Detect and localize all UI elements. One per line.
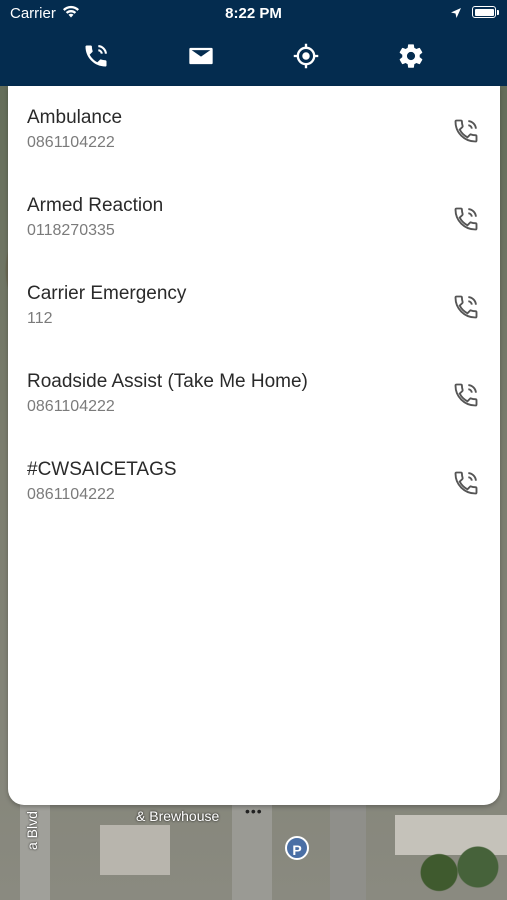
phone-call-icon[interactable] xyxy=(452,293,480,321)
phone-call-icon[interactable] xyxy=(452,205,480,233)
phone-call-icon[interactable] xyxy=(452,469,480,497)
contact-number: 112 xyxy=(27,310,53,327)
nav-mail-button[interactable] xyxy=(181,36,221,76)
phone-call-icon[interactable] xyxy=(452,117,480,145)
gear-icon xyxy=(399,44,423,68)
contact-row[interactable]: Carrier Emergency 112 xyxy=(8,262,500,350)
parking-marker[interactable]: P xyxy=(285,836,309,860)
emergency-contacts-card: Ambulance 0861104222 Armed Reaction 0118… xyxy=(8,86,500,805)
map-street-label: a Blvd xyxy=(24,811,40,850)
app-header: Carrier 8:22 PM xyxy=(0,0,507,86)
top-nav xyxy=(0,36,507,76)
contact-name: Carrier Emergency xyxy=(27,283,187,304)
contact-row[interactable]: Armed Reaction 0118270335 xyxy=(8,174,500,262)
map-building xyxy=(100,825,170,875)
contact-number: 0861104222 xyxy=(27,398,115,415)
contact-row[interactable]: #CWSAICETAGS 0861104222 xyxy=(8,438,500,526)
battery-icon xyxy=(472,6,496,18)
status-bar: Carrier 8:22 PM xyxy=(0,0,507,28)
contact-number: 0861104222 xyxy=(27,134,115,151)
mail-icon xyxy=(189,47,213,65)
contact-name: #CWSAICETAGS xyxy=(27,459,177,480)
map-road xyxy=(330,805,366,900)
phone-call-icon xyxy=(85,45,107,67)
clock: 8:22 PM xyxy=(225,5,282,22)
location-arrow-icon xyxy=(450,6,462,23)
locate-icon xyxy=(293,43,319,69)
contact-row[interactable]: Roadside Assist (Take Me Home) 086110422… xyxy=(8,350,500,438)
contact-name: Roadside Assist (Take Me Home) xyxy=(27,371,308,392)
map-trees xyxy=(410,845,507,900)
nav-phone-button[interactable] xyxy=(76,36,116,76)
map-place-label: & Brewhouse xyxy=(136,808,220,824)
nav-location-button[interactable] xyxy=(286,36,326,76)
map-dots: ••• xyxy=(245,803,263,819)
contact-number: 0861104222 xyxy=(27,486,115,503)
contact-name: Armed Reaction xyxy=(27,195,164,216)
map-road xyxy=(232,805,272,900)
phone-call-icon[interactable] xyxy=(452,381,480,409)
nav-settings-button[interactable] xyxy=(391,36,431,76)
contact-number: 0118270335 xyxy=(27,222,115,239)
contact-name: Ambulance xyxy=(27,107,123,128)
battery-nub xyxy=(497,10,499,15)
contact-row[interactable]: Ambulance 0861104222 xyxy=(8,86,500,174)
